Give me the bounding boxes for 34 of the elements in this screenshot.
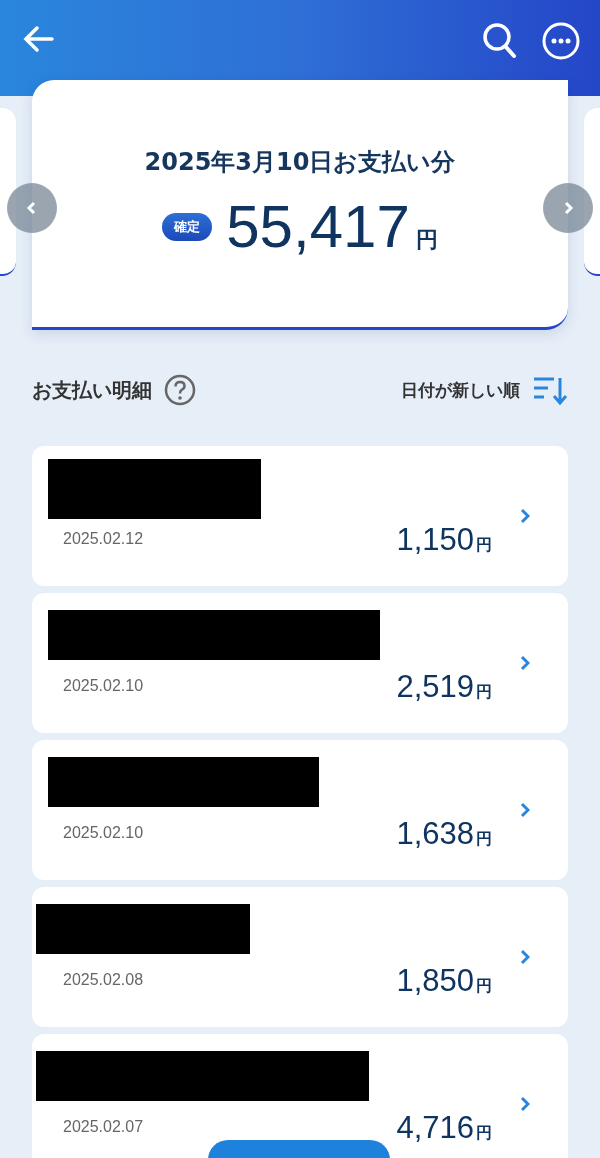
transaction-amount: 1,150 bbox=[396, 522, 474, 558]
transaction-card[interactable]: 2025.02.12 1,150 円 bbox=[32, 446, 568, 586]
transaction-amount: 1,638 bbox=[396, 816, 474, 852]
chevron-right-icon bbox=[562, 201, 574, 215]
section-title: お支払い明細 bbox=[32, 376, 152, 404]
transaction-card[interactable]: 2025.02.10 1,638 円 bbox=[32, 740, 568, 880]
chevron-right-icon bbox=[520, 802, 530, 818]
transaction-date: 2025.02.07 bbox=[63, 1118, 144, 1136]
currency-label: 円 bbox=[476, 829, 492, 850]
transaction-amount: 4,716 bbox=[396, 1110, 474, 1146]
transaction-date: 2025.02.10 bbox=[63, 677, 144, 695]
currency-label: 円 bbox=[415, 226, 438, 254]
help-icon[interactable] bbox=[164, 374, 196, 406]
currency-label: 円 bbox=[476, 976, 492, 997]
chevron-right-icon bbox=[520, 508, 530, 524]
chevron-left-icon bbox=[26, 201, 38, 215]
transaction-card[interactable]: 2025.02.10 2,519 円 bbox=[32, 593, 568, 733]
total-amount: 55,417 bbox=[226, 192, 410, 261]
transaction-date: 2025.02.08 bbox=[63, 971, 144, 989]
chevron-right-icon bbox=[520, 1096, 530, 1112]
transaction-amount: 2,519 bbox=[396, 669, 474, 705]
payment-date-title: 2025年3月10日お支払い分 bbox=[144, 147, 456, 178]
transaction-card[interactable]: 2025.02.07 4,716 円 bbox=[32, 1034, 568, 1158]
currency-label: 円 bbox=[476, 535, 492, 556]
transaction-date: 2025.02.12 bbox=[63, 530, 144, 548]
transaction-amount: 1,850 bbox=[396, 963, 474, 999]
chevron-right-icon bbox=[520, 949, 530, 965]
transaction-card[interactable]: 2025.02.08 1,850 円 bbox=[32, 887, 568, 1027]
currency-label: 円 bbox=[476, 1123, 492, 1144]
chevron-right-icon bbox=[520, 655, 530, 671]
sort-button[interactable]: 日付が新しい順 bbox=[401, 374, 568, 406]
status-badge: 確定 bbox=[162, 212, 213, 241]
transaction-date: 2025.02.10 bbox=[63, 824, 144, 842]
currency-label: 円 bbox=[476, 682, 492, 703]
